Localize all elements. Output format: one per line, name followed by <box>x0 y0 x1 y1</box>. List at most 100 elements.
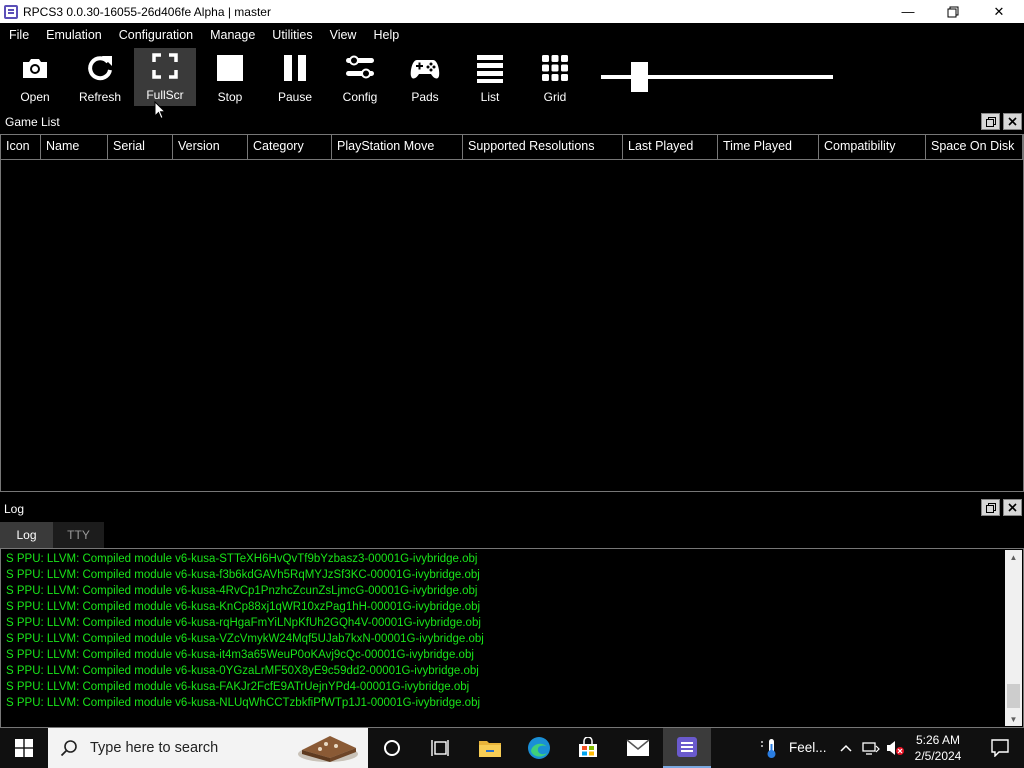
show-hidden-icons-button[interactable] <box>834 728 858 768</box>
window-title: RPCS3 0.0.30-16055-26d406fe Alpha | mast… <box>23 4 271 19</box>
rpcs3-icon <box>677 737 697 757</box>
game-list-title: Game List <box>5 115 60 129</box>
column-header-compatibility[interactable]: Compatibility <box>819 135 926 160</box>
edge-icon <box>528 737 550 759</box>
config-icon <box>346 55 374 79</box>
clock-date: 2/5/2024 <box>914 749 962 763</box>
taskbar: Type here to search Feel... 5:26 AM 2/5/… <box>0 728 1024 768</box>
store-button[interactable] <box>564 728 612 768</box>
search-icon <box>60 740 77 757</box>
notification-icon <box>991 739 1009 757</box>
game-list-header: Icon Name Serial Version Category PlaySt… <box>1 135 1023 160</box>
tab-log[interactable]: Log <box>0 522 53 548</box>
menu-bar: File Emulation Configuration Manage Util… <box>0 23 1024 46</box>
zoom-slider-handle[interactable] <box>631 62 649 92</box>
menu-utilities[interactable]: Utilities <box>263 28 320 42</box>
network-icon <box>862 742 880 755</box>
column-header-last-played[interactable]: Last Played <box>623 135 718 160</box>
cortana-button[interactable] <box>368 728 416 768</box>
refresh-icon <box>88 56 112 81</box>
notifications-button[interactable] <box>976 728 1024 768</box>
stop-button[interactable]: Stop <box>199 50 261 106</box>
column-header-supported-resolutions[interactable]: Supported Resolutions <box>463 135 623 160</box>
close-icon <box>1008 503 1017 512</box>
task-view-button[interactable] <box>416 728 464 768</box>
log-line: S PPU: LLVM: Compiled module v6-kusa-it4… <box>6 649 474 661</box>
grid-view-button[interactable]: Grid <box>524 50 586 106</box>
taskbar-clock[interactable]: 5:26 AM 2/5/2024 <box>903 732 973 764</box>
fullscreen-button[interactable]: FullScr <box>134 48 196 106</box>
volume-muted-icon <box>887 741 904 755</box>
tab-tty[interactable]: TTY <box>53 522 104 548</box>
minimize-button[interactable]: — <box>885 0 931 23</box>
rpcs3-app-icon <box>4 4 18 19</box>
close-icon <box>1008 117 1017 126</box>
edge-browser-button[interactable] <box>515 728 563 768</box>
log-close-button[interactable] <box>1003 499 1022 516</box>
game-list-close-button[interactable] <box>1003 113 1022 130</box>
clock-time: 5:26 AM <box>915 733 961 747</box>
log-tabs: Log TTY <box>0 522 104 548</box>
menu-view[interactable]: View <box>321 28 365 42</box>
log-line: S PPU: LLVM: Compiled module v6-kusa-NLU… <box>6 697 481 709</box>
pie-search-highlight-icon <box>298 736 358 762</box>
mail-button[interactable] <box>614 728 662 768</box>
weather-widget-button[interactable] <box>745 728 789 768</box>
pause-icon <box>284 55 306 81</box>
column-header-category[interactable]: Category <box>248 135 332 160</box>
start-button[interactable] <box>0 728 48 768</box>
title-bar: RPCS3 0.0.30-16055-26d406fe Alpha | mast… <box>0 0 1024 23</box>
weather-text[interactable]: Feel... <box>789 740 827 755</box>
menu-emulation[interactable]: Emulation <box>37 28 110 42</box>
gamepad-icon <box>410 60 440 79</box>
column-header-time-played[interactable]: Time Played <box>718 135 819 160</box>
log-dock-title: Log <box>4 502 25 516</box>
pads-button[interactable]: Pads <box>394 50 456 106</box>
log-line: S PPU: LLVM: Compiled module v6-kusa-FAK… <box>6 681 470 693</box>
folder-icon <box>479 741 501 757</box>
column-header-playstation-move[interactable]: PlayStation Move <box>332 135 463 160</box>
log-line: S PPU: LLVM: Compiled module v6-kusa-0YG… <box>6 665 479 677</box>
menu-configuration[interactable]: Configuration <box>110 28 201 42</box>
chevron-up-icon <box>840 744 852 752</box>
menu-file[interactable]: File <box>0 28 37 42</box>
store-icon <box>579 737 597 757</box>
rpcs3-taskbar-button[interactable] <box>663 728 711 768</box>
config-button[interactable]: Config <box>329 50 391 106</box>
thermometer-icon <box>761 739 776 758</box>
network-button[interactable] <box>860 728 882 768</box>
maximize-button[interactable] <box>930 0 976 23</box>
game-list-table[interactable]: Icon Name Serial Version Category PlaySt… <box>0 134 1024 492</box>
stop-icon <box>217 55 243 81</box>
menu-manage[interactable]: Manage <box>201 28 263 42</box>
log-output[interactable]: S PPU: LLVM: Compiled module v6-kusa-STT… <box>0 548 1024 728</box>
scroll-up-arrow-icon[interactable]: ▲ <box>1005 550 1022 564</box>
game-list-float-button[interactable] <box>981 113 1000 130</box>
mail-icon <box>626 739 650 756</box>
windows-logo-icon <box>15 739 33 757</box>
scroll-down-arrow-icon[interactable]: ▼ <box>1005 712 1022 726</box>
menu-help[interactable]: Help <box>364 28 407 42</box>
close-button[interactable]: ✕ <box>976 0 1022 23</box>
log-scrollbar[interactable]: ▲ ▼ <box>1005 550 1022 726</box>
column-header-name[interactable]: Name <box>41 135 108 160</box>
log-lines: S PPU: LLVM: Compiled module v6-kusa-STT… <box>6 551 484 711</box>
scrollbar-thumb[interactable] <box>1007 684 1020 708</box>
column-header-serial[interactable]: Serial <box>108 135 173 160</box>
camera-icon <box>23 59 47 78</box>
log-line: S PPU: LLVM: Compiled module v6-kusa-KnC… <box>6 601 481 613</box>
search-placeholder: Type here to search <box>90 740 219 756</box>
column-header-space-on-disk[interactable]: Space On Disk <box>926 135 1023 160</box>
list-icon <box>477 55 503 83</box>
open-button[interactable]: Open <box>4 50 66 106</box>
pause-button[interactable]: Pause <box>264 50 326 106</box>
log-float-button[interactable] <box>981 499 1000 516</box>
column-header-version[interactable]: Version <box>173 135 248 160</box>
file-explorer-button[interactable] <box>466 728 514 768</box>
column-header-icon[interactable]: Icon <box>1 135 41 160</box>
cortana-icon <box>384 740 400 756</box>
refresh-button[interactable]: Refresh <box>69 50 131 106</box>
log-line: S PPU: LLVM: Compiled module v6-kusa-4Rv… <box>6 585 478 597</box>
list-view-button[interactable]: List <box>459 50 521 106</box>
taskbar-search-box[interactable]: Type here to search <box>48 728 368 768</box>
